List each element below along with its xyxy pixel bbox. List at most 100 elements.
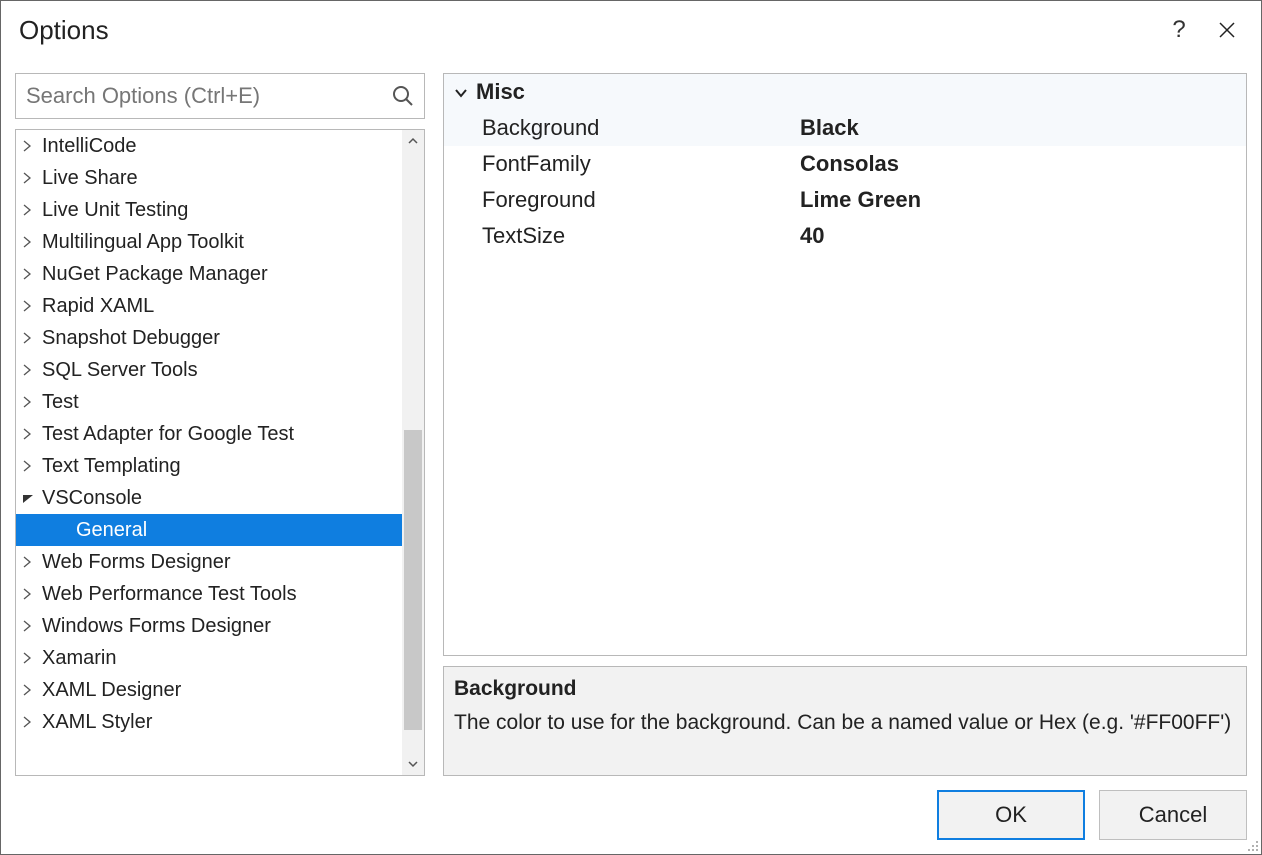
property-name: TextSize xyxy=(444,223,794,249)
tree-item[interactable]: Test xyxy=(16,386,402,418)
property-row[interactable]: ForegroundLime Green xyxy=(444,182,1246,218)
tree-item[interactable]: XAML Styler xyxy=(16,706,402,738)
expander-open-icon xyxy=(22,492,38,504)
property-value[interactable]: 40 xyxy=(794,223,1246,249)
expander-closed-icon xyxy=(22,652,38,664)
tree-item-label: Live Share xyxy=(42,167,138,190)
tree-item-label: Test Adapter for Google Test xyxy=(42,423,294,446)
expander-closed-icon xyxy=(22,300,38,312)
tree-item-label: XAML Designer xyxy=(42,679,181,702)
tree-scrollbar[interactable] xyxy=(402,130,424,775)
expander-closed-icon xyxy=(22,684,38,696)
tree-item[interactable]: Multilingual App Toolkit xyxy=(16,226,402,258)
tree-item[interactable]: SQL Server Tools xyxy=(16,354,402,386)
resize-grip-icon[interactable] xyxy=(1245,838,1259,852)
tree-item-label: Xamarin xyxy=(42,647,116,670)
tree-item[interactable]: IntelliCode xyxy=(16,130,402,162)
tree-item-label: Web Forms Designer xyxy=(42,551,231,574)
tree-item-label: Live Unit Testing xyxy=(42,199,188,222)
left-column: IntelliCode Live Share Live Unit Testing Mu… xyxy=(15,73,425,776)
expander-closed-icon xyxy=(22,716,38,728)
property-name: Background xyxy=(444,115,794,141)
tree-item-label: Text Templating xyxy=(42,455,181,478)
tree-viewport[interactable]: IntelliCode Live Share Live Unit Testing Mu… xyxy=(16,130,424,775)
expander-closed-icon xyxy=(22,460,38,472)
titlebar: Options ? xyxy=(1,1,1261,59)
ok-button[interactable]: OK xyxy=(937,790,1085,840)
property-row[interactable]: TextSize40 xyxy=(444,218,1246,254)
property-rows: BackgroundBlackFontFamilyConsolasForegro… xyxy=(444,110,1246,254)
scroll-down-icon[interactable] xyxy=(402,753,424,775)
tree-item-label: Windows Forms Designer xyxy=(42,615,271,638)
expander-closed-icon xyxy=(22,396,38,408)
property-help-panel: Background The color to use for the back… xyxy=(443,666,1247,776)
tree-item[interactable]: Windows Forms Designer xyxy=(16,610,402,642)
property-row[interactable]: FontFamilyConsolas xyxy=(444,146,1246,182)
expander-closed-icon xyxy=(22,556,38,568)
property-value[interactable]: Lime Green xyxy=(794,187,1246,213)
property-category-label: Misc xyxy=(476,79,525,105)
tree-item[interactable]: Test Adapter for Google Test xyxy=(16,418,402,450)
expander-closed-icon xyxy=(22,620,38,632)
property-grid: Misc BackgroundBlackFontFamilyConsolasFo… xyxy=(443,73,1247,656)
expander-closed-icon xyxy=(22,332,38,344)
tree-item[interactable]: Xamarin xyxy=(16,642,402,674)
tree-item-label: Rapid XAML xyxy=(42,295,154,318)
property-category-header[interactable]: Misc xyxy=(444,74,1246,110)
help-title: Background xyxy=(454,673,1236,705)
expander-closed-icon xyxy=(22,204,38,216)
tree-item[interactable]: Rapid XAML xyxy=(16,290,402,322)
expander-closed-icon xyxy=(22,140,38,152)
help-button[interactable]: ? xyxy=(1155,6,1203,54)
expander-closed-icon xyxy=(22,172,38,184)
tree-item-label: IntelliCode xyxy=(42,135,137,158)
tree-item-label: General xyxy=(76,519,147,542)
tree-item[interactable]: Web Performance Test Tools xyxy=(16,578,402,610)
scroll-thumb[interactable] xyxy=(404,430,422,730)
close-icon xyxy=(1218,21,1236,39)
tree-item[interactable]: Text Templating xyxy=(16,450,402,482)
expander-closed-icon xyxy=(22,588,38,600)
dialog-button-row: OK Cancel xyxy=(1,776,1261,854)
cancel-button[interactable]: Cancel xyxy=(1099,790,1247,840)
property-row[interactable]: BackgroundBlack xyxy=(444,110,1246,146)
cancel-button-label: Cancel xyxy=(1139,802,1207,828)
expander-closed-icon xyxy=(22,364,38,376)
property-name: FontFamily xyxy=(444,151,794,177)
tree-item-label: SQL Server Tools xyxy=(42,359,198,382)
help-body: The color to use for the background. Can… xyxy=(454,707,1236,739)
close-button[interactable] xyxy=(1203,6,1251,54)
search-input[interactable] xyxy=(16,74,424,118)
property-value[interactable]: Consolas xyxy=(794,151,1246,177)
category-tree: IntelliCode Live Share Live Unit Testing Mu… xyxy=(15,129,425,776)
tree-item-label: Multilingual App Toolkit xyxy=(42,231,244,254)
property-name: Foreground xyxy=(444,187,794,213)
tree-item[interactable]: Live Unit Testing xyxy=(16,194,402,226)
tree-item-label: NuGet Package Manager xyxy=(42,263,268,286)
search-field[interactable] xyxy=(15,73,425,119)
tree-item[interactable]: XAML Designer xyxy=(16,674,402,706)
expander-closed-icon xyxy=(22,268,38,280)
ok-button-label: OK xyxy=(995,802,1027,828)
chevron-down-icon xyxy=(454,86,468,100)
tree-item[interactable]: VSConsole xyxy=(16,482,402,514)
tree-item-label: VSConsole xyxy=(42,487,142,510)
tree-item[interactable]: Live Share xyxy=(16,162,402,194)
property-value[interactable]: Black xyxy=(794,115,1246,141)
right-column: Misc BackgroundBlackFontFamilyConsolasFo… xyxy=(443,73,1247,776)
tree-item-label: Web Performance Test Tools xyxy=(42,583,297,606)
expander-closed-icon xyxy=(22,428,38,440)
tree-item[interactable]: General xyxy=(16,514,402,546)
tree-item[interactable]: Web Forms Designer xyxy=(16,546,402,578)
window-title: Options xyxy=(19,15,1155,46)
tree-item-label: XAML Styler xyxy=(42,711,152,734)
dialog-body: IntelliCode Live Share Live Unit Testing Mu… xyxy=(1,59,1261,776)
options-dialog: Options ? IntelliCode Live Share Live Unit… xyxy=(0,0,1262,855)
tree-item[interactable]: NuGet Package Manager xyxy=(16,258,402,290)
scroll-up-icon[interactable] xyxy=(402,130,424,152)
tree-item[interactable]: Snapshot Debugger xyxy=(16,322,402,354)
search-icon xyxy=(392,85,414,107)
help-icon: ? xyxy=(1172,16,1185,44)
tree-item-label: Snapshot Debugger xyxy=(42,327,220,350)
tree-item-label: Test xyxy=(42,391,79,414)
